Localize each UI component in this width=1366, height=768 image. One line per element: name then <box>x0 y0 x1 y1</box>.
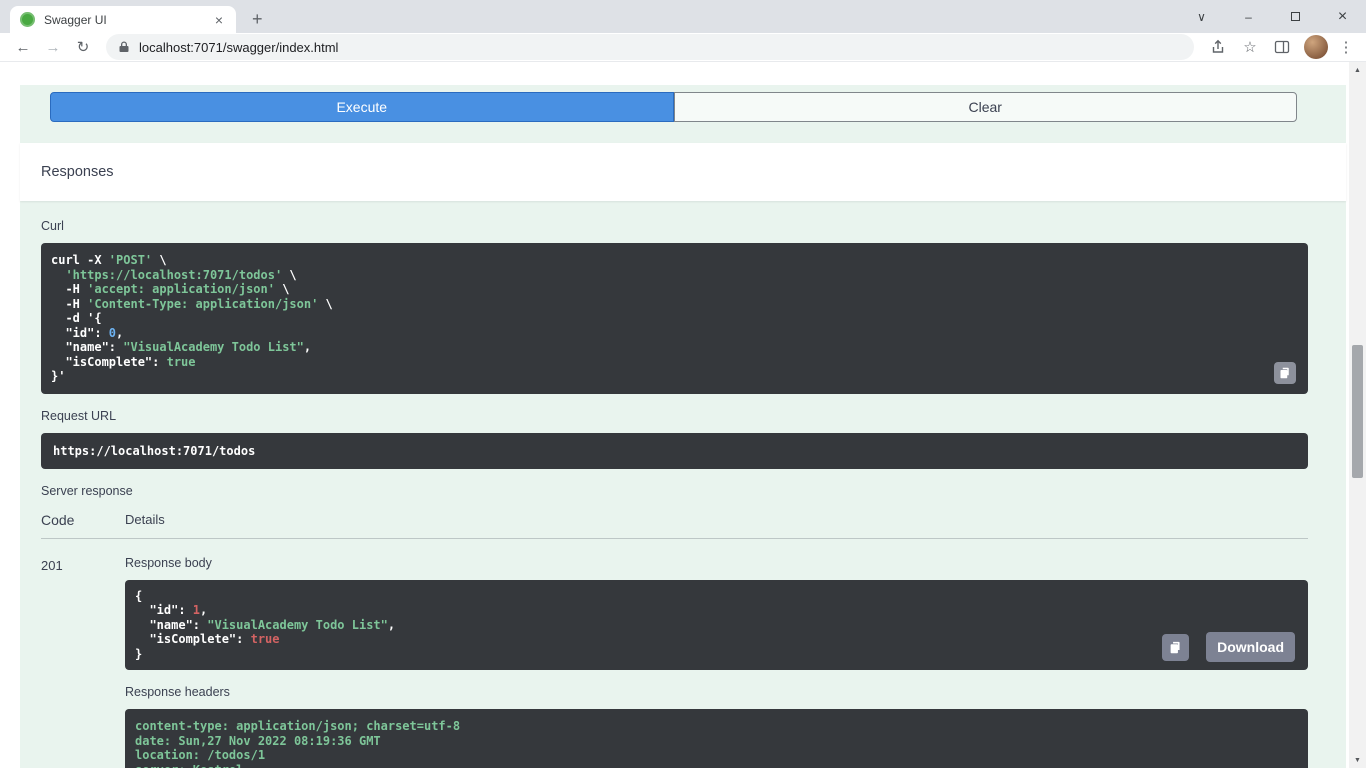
page-content: Execute Clear Responses Curl curl -X 'PO… <box>0 62 1366 768</box>
response-headers-code: content-type: application/json; charset=… <box>135 719 1298 768</box>
reload-icon[interactable]: ↻ <box>68 40 98 55</box>
swagger-opblock: Execute Clear Responses Curl curl -X 'PO… <box>20 85 1346 768</box>
server-response-label: Server response <box>41 484 1308 498</box>
side-panel-icon[interactable] <box>1266 39 1298 55</box>
curl-command-block: curl -X 'POST' \ 'https://localhost:7071… <box>41 243 1308 394</box>
responses-table-header: Code Details <box>41 512 1308 539</box>
clear-button[interactable]: Clear <box>674 92 1298 122</box>
tab-close-icon[interactable]: × <box>212 12 226 28</box>
code-column-header: Code <box>41 512 125 528</box>
tab-strip: Swagger UI × + ∨ – × <box>0 0 1366 33</box>
url-text: localhost:7071/swagger/index.html <box>139 40 338 55</box>
responses-body: Curl curl -X 'POST' \ 'https://localhost… <box>20 201 1346 768</box>
lock-icon <box>118 41 130 53</box>
back-icon[interactable]: ← <box>8 40 38 55</box>
share-icon[interactable] <box>1202 39 1234 55</box>
response-headers-label: Response headers <box>125 685 1308 699</box>
request-url-label: Request URL <box>41 409 1308 423</box>
response-headers-block: content-type: application/json; charset=… <box>125 709 1308 768</box>
clipboard-icon <box>1169 641 1182 654</box>
minimize-button[interactable]: – <box>1225 10 1272 24</box>
url-bar[interactable]: localhost:7071/swagger/index.html <box>106 34 1194 60</box>
responses-title: Responses <box>41 164 114 180</box>
browser-tab[interactable]: Swagger UI × <box>10 6 236 33</box>
status-code: 201 <box>41 556 125 768</box>
browser-toolbar: ← → ↻ localhost:7071/swagger/index.html … <box>0 33 1366 62</box>
copy-curl-button[interactable] <box>1274 362 1296 384</box>
new-tab-button[interactable]: + <box>252 10 263 28</box>
menu-icon[interactable]: ⋮ <box>1334 38 1358 56</box>
swagger-favicon-icon <box>20 12 35 27</box>
execute-button[interactable]: Execute <box>50 92 674 122</box>
scrollbar[interactable]: ▲ ▼ <box>1349 62 1366 768</box>
responses-table: Code Details 201 Response body { "id": 1… <box>41 512 1308 768</box>
response-row: 201 Response body { "id": 1, "name": "Vi… <box>41 556 1308 768</box>
scrollbar-thumb[interactable] <box>1352 345 1363 478</box>
response-body-block: { "id": 1, "name": "VisualAcademy Todo L… <box>125 580 1308 671</box>
download-button[interactable]: Download <box>1206 632 1295 662</box>
curl-label: Curl <box>41 219 1308 233</box>
tab-search-chevron-icon[interactable]: ∨ <box>1178 10 1225 24</box>
response-body-code: { "id": 1, "name": "VisualAcademy Todo L… <box>135 589 1298 662</box>
scroll-down-icon[interactable]: ▼ <box>1349 752 1366 768</box>
bookmark-star-icon[interactable]: ☆ <box>1234 38 1266 56</box>
curl-command-code: curl -X 'POST' \ 'https://localhost:7071… <box>51 253 1298 384</box>
copy-response-button[interactable] <box>1162 634 1189 661</box>
response-body-label: Response body <box>125 556 1308 570</box>
details-column-header: Details <box>125 512 1308 528</box>
browser-window: Swagger UI × + ∨ – × ← → ↻ localhost:707… <box>0 0 1366 768</box>
request-url-block: https://localhost:7071/todos <box>41 433 1308 469</box>
window-controls: ∨ – × <box>1178 0 1366 33</box>
clipboard-icon <box>1279 367 1291 379</box>
maximize-icon <box>1291 12 1300 21</box>
responses-section-header: Responses <box>20 143 1346 201</box>
execute-wrapper: Execute Clear <box>20 85 1346 143</box>
maximize-button[interactable] <box>1272 10 1319 24</box>
forward-icon[interactable]: → <box>38 40 68 55</box>
close-window-button[interactable]: × <box>1319 8 1366 26</box>
tab-title: Swagger UI <box>44 13 212 27</box>
response-body-controls: Download <box>1162 632 1295 662</box>
scroll-up-icon[interactable]: ▲ <box>1349 62 1366 78</box>
response-details: Response body { "id": 1, "name": "Visual… <box>125 556 1308 768</box>
profile-avatar[interactable] <box>1304 35 1328 59</box>
request-url-value: https://localhost:7071/todos <box>53 444 255 458</box>
